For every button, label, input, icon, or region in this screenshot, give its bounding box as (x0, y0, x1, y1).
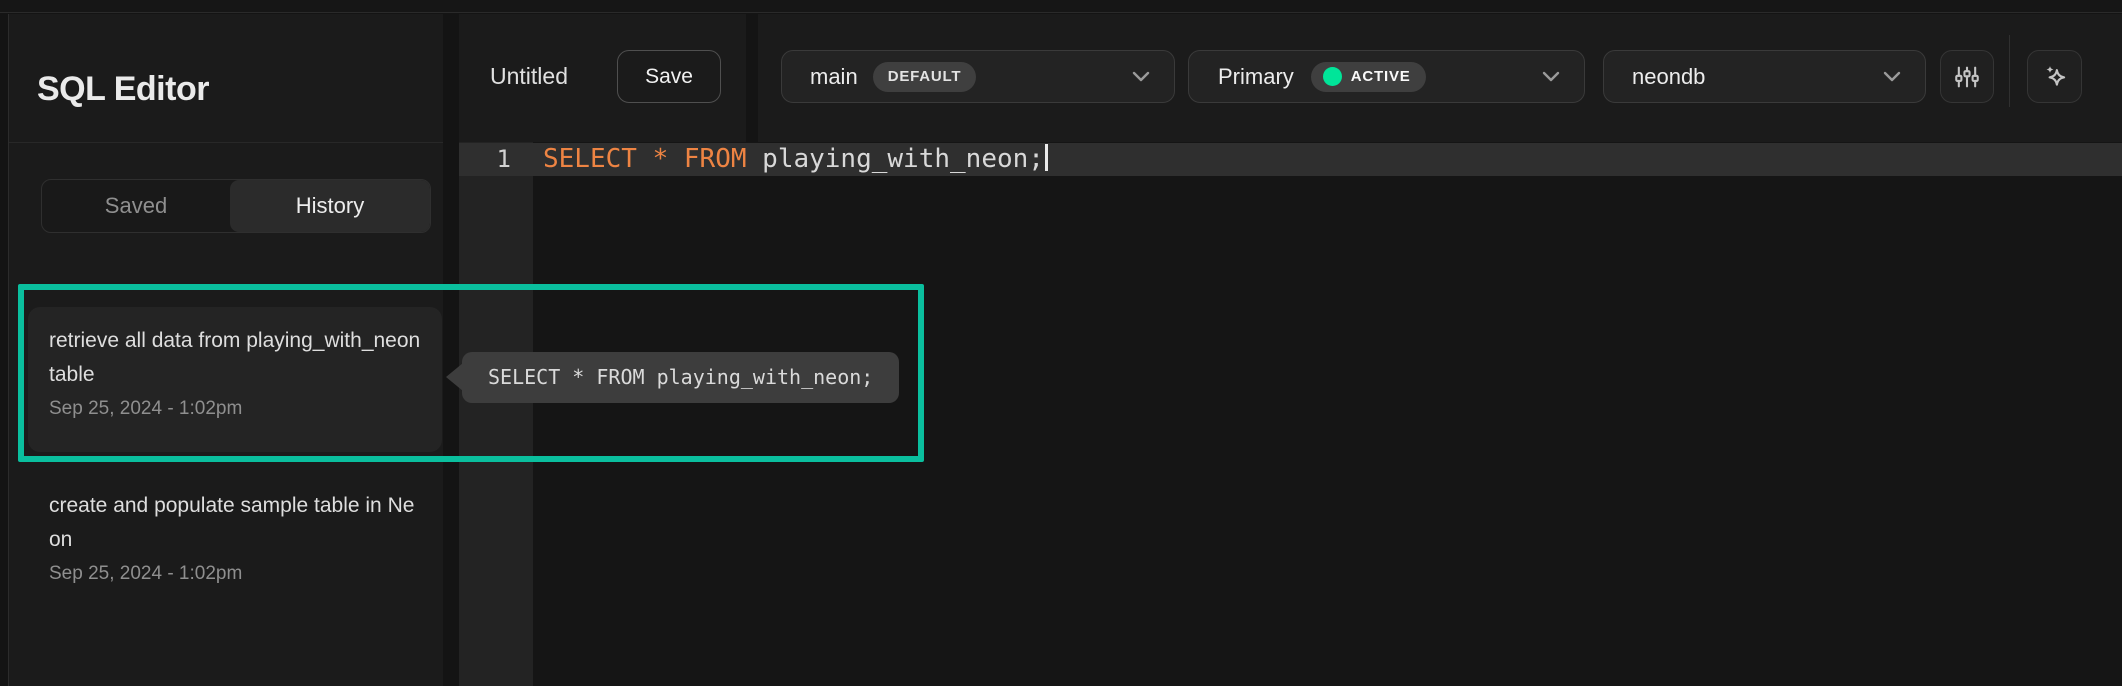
sidebar: SQL Editor Saved History retrieve all da… (8, 14, 443, 686)
tab-saved-label: Saved (105, 193, 167, 219)
history-query-tooltip: SELECT * FROM playing_with_neon; (462, 352, 899, 403)
database-select[interactable]: neondb (1603, 50, 1926, 103)
compute-select-value: Primary (1218, 64, 1294, 90)
line-number: 1 (459, 143, 533, 176)
line-number-gutter (459, 142, 533, 686)
window-top-strip (0, 0, 2122, 13)
sql-keyword: FROM (684, 144, 747, 174)
branch-select[interactable]: main DEFAULT (781, 50, 1175, 103)
text-cursor (1045, 144, 1048, 171)
tab-saved[interactable]: Saved (42, 180, 230, 232)
history-item-title: retrieve all data from playing_with_neon… (49, 324, 421, 392)
chevron-down-icon (1883, 71, 1901, 82)
default-badge: DEFAULT (873, 62, 977, 92)
sql-keyword: * (653, 144, 669, 174)
query-settings-button[interactable] (1940, 50, 1994, 103)
compute-select[interactable]: Primary ACTIVE (1188, 50, 1585, 103)
tab-history[interactable]: History (230, 180, 430, 232)
chevron-down-icon (1542, 71, 1560, 82)
active-badge: ACTIVE (1311, 62, 1426, 92)
query-name-label: Untitled (490, 63, 568, 90)
history-item-title: create and populate sample table in Neon (49, 489, 421, 557)
save-button-label: Save (645, 65, 693, 89)
sql-keyword: SELECT (543, 144, 637, 174)
save-button[interactable]: Save (617, 50, 721, 103)
active-status-dot (1323, 67, 1342, 86)
history-item-retrieve[interactable]: retrieve all data from playing_with_neon… (28, 307, 442, 452)
database-select-value: neondb (1632, 64, 1705, 90)
active-badge-label: ACTIVE (1351, 68, 1411, 85)
ai-assist-button[interactable] (2027, 50, 2082, 103)
saved-history-tab-group: Saved History (41, 179, 431, 233)
sliders-icon (1953, 63, 1981, 91)
history-item-timestamp: Sep 25, 2024 - 1:02pm (49, 398, 421, 420)
sparkles-icon (2040, 62, 2070, 92)
toolbar-divider (2009, 35, 2010, 107)
chevron-down-icon (1132, 71, 1150, 82)
history-item-timestamp: Sep 25, 2024 - 1:02pm (49, 563, 421, 585)
history-item-create[interactable]: create and populate sample table in Neon… (28, 472, 442, 602)
header-section-divider (746, 13, 758, 143)
page-title: SQL Editor (37, 70, 209, 109)
sql-code-editor[interactable]: 1 SELECT * FROM playing_with_neon; (459, 142, 2122, 686)
sidebar-header-divider (9, 142, 443, 143)
editor-header: Untitled Save main DEFAULT Primary ACTIV… (459, 14, 2122, 142)
branch-select-value: main (810, 64, 858, 90)
tooltip-arrow (446, 363, 463, 391)
tab-history-label: History (296, 193, 364, 219)
active-code-line: 1 SELECT * FROM playing_with_neon; (459, 143, 2122, 176)
code-line: SELECT * FROM playing_with_neon; (543, 143, 1048, 176)
